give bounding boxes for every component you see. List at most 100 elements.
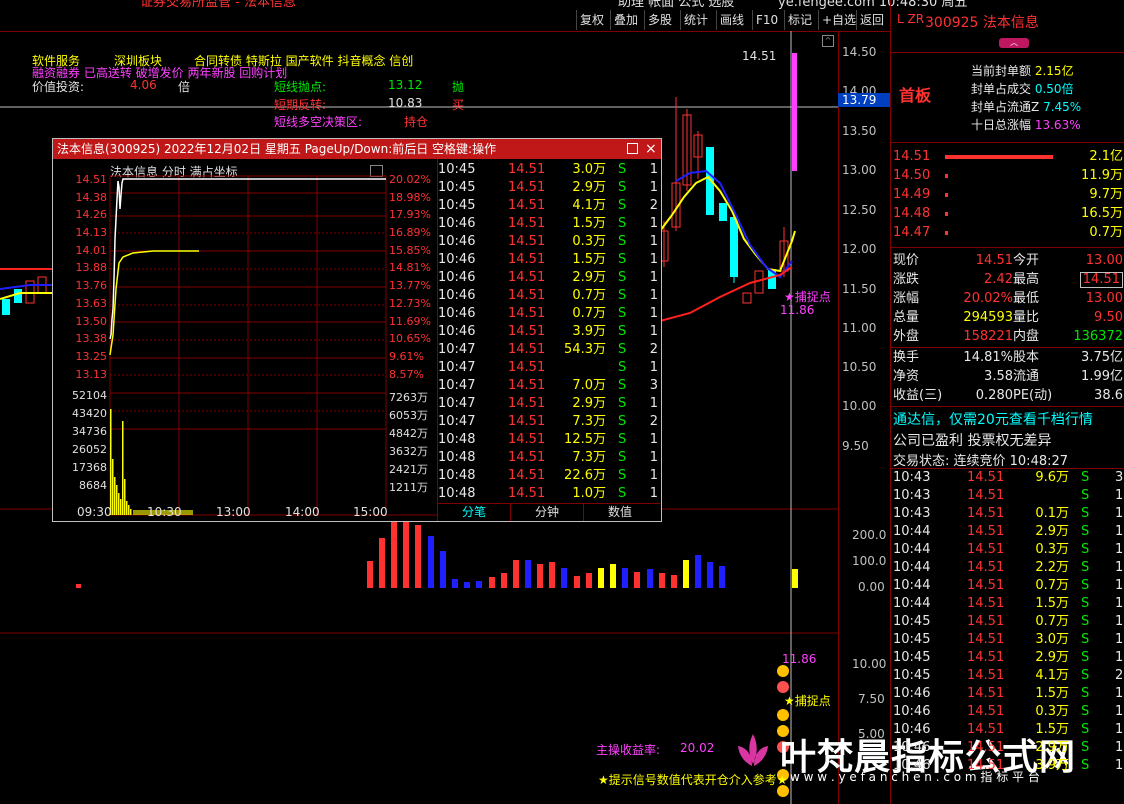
- table-row: 10:44 14.51 0.3万 S 1: [891, 541, 1124, 559]
- tick-list[interactable]: 10:43 14.51 9.6万 S 3 10:43 14.51 S 1 10:43 14.51…: [891, 469, 1124, 804]
- time-label: 13:00: [216, 505, 251, 519]
- tick-count: 1: [649, 288, 658, 303]
- orderbook-row[interactable]: 14.48 16.5万: [891, 205, 1124, 223]
- table-row: 10:46 14.51 1.5万 S 1: [438, 251, 660, 269]
- tick-side: S: [618, 288, 627, 303]
- tick-vol: 0.3万: [1035, 704, 1069, 719]
- tick-side: S: [1081, 632, 1090, 647]
- orderbook-row[interactable]: 14.47 0.7万: [891, 224, 1124, 242]
- table-row: 10:46 14.51 0.3万 S 1: [438, 233, 660, 251]
- popup-title-bar[interactable]: 法本信息(300925) 2022年12月02日 星期五 PageUp/Down…: [53, 139, 661, 159]
- quote-label: PE(动): [1013, 388, 1053, 403]
- table-row: 10:45 14.51 0.7万 S 1: [891, 613, 1124, 631]
- tab-ticks[interactable]: 分笔: [438, 504, 511, 521]
- tick-price: 14.51: [508, 432, 546, 447]
- tick-price: 14.51: [967, 560, 1005, 575]
- back-button[interactable]: 返回: [856, 10, 887, 30]
- mark-button[interactable]: 标记: [784, 10, 815, 30]
- popup-tick-list[interactable]: 10:45 14.51 3.0万 S 1 10:45 14.51 2.9万 S 1 10:45 1…: [53, 159, 661, 501]
- tick-side: S: [1081, 668, 1090, 683]
- tick-vol: 1.5万: [1035, 686, 1069, 701]
- tick-count: 1: [649, 234, 658, 249]
- tick-vol: 3.0万: [572, 162, 606, 177]
- table-row: 10:44 14.51 1.5万 S 1: [891, 595, 1124, 613]
- tick-vol: 0.3万: [572, 234, 606, 249]
- tick-time: 10:46: [893, 686, 931, 701]
- popup-restore-icon[interactable]: [627, 143, 638, 154]
- quote-label: 今开: [1013, 253, 1040, 268]
- quote-label: 外盘: [893, 329, 920, 344]
- stock-code-name[interactable]: 300925 法本信息: [925, 12, 1039, 32]
- tick-vol: 2.9万: [1035, 524, 1069, 539]
- quote-value: 136372: [1073, 329, 1123, 344]
- signal-zone-label: 短线多空决策区:: [274, 115, 363, 129]
- tick-price: 14.51: [508, 468, 546, 483]
- add-watchlist-button[interactable]: +自选: [818, 10, 859, 30]
- tick-price: 14.51: [508, 414, 546, 429]
- draw-line-button[interactable]: 画线: [716, 10, 747, 30]
- tick-count: 1: [1115, 506, 1124, 521]
- tab-values[interactable]: 数值: [584, 504, 656, 521]
- seal-value: 13.63%: [1034, 118, 1081, 132]
- ind-catch-label: ★捕捉点: [784, 694, 831, 708]
- tick-side: S: [618, 324, 627, 339]
- ob-bar: [945, 155, 1053, 159]
- board-label: 首板: [899, 86, 932, 105]
- tick-time: 10:43: [893, 506, 931, 521]
- tick-time: 10:46: [893, 704, 931, 719]
- multi-stock-button[interactable]: 多股: [644, 10, 675, 30]
- quote-value: 14.51: [1079, 272, 1123, 288]
- tick-side: S: [1081, 596, 1090, 611]
- orderbook-row[interactable]: 14.49 9.7万: [891, 186, 1124, 204]
- f10-button[interactable]: F10: [752, 10, 781, 30]
- tab-minutes[interactable]: 分钟: [511, 504, 584, 521]
- company-status: 公司已盈利 投票权无差异: [893, 433, 1052, 449]
- tick-side: S: [618, 432, 627, 447]
- tick-count: 1: [649, 252, 658, 267]
- stats-button[interactable]: 统计: [680, 10, 711, 30]
- tick-side: S: [1081, 470, 1090, 485]
- tick-count: 1: [1115, 524, 1124, 539]
- tick-time: 10:44: [893, 542, 931, 557]
- tick-time: 10:47: [438, 342, 476, 357]
- tick-price: 14.51: [508, 378, 546, 393]
- tick-side: S: [1081, 722, 1090, 737]
- collapse-icon[interactable]: ^: [822, 35, 834, 47]
- tick-price: 14.51: [508, 234, 546, 249]
- tick-vol: 1.5万: [572, 252, 606, 267]
- tick-price: 14.51: [967, 578, 1005, 593]
- tick-side: S: [1081, 560, 1090, 575]
- tick-count: 1: [1115, 578, 1124, 593]
- popup-title: 法本信息(300925) 2022年12月02日 星期五 PageUp/Down…: [57, 142, 497, 156]
- orderbook-row[interactable]: 14.51 2.1亿: [891, 148, 1124, 166]
- top-partial-left: 证券交易所监管 - 法本信息: [140, 0, 296, 10]
- orderbook-row[interactable]: 14.50 11.9万: [891, 167, 1124, 185]
- tick-vol: 0.7万: [1035, 614, 1069, 629]
- quote-value: 1.99亿: [1081, 369, 1123, 384]
- overlay-button[interactable]: 叠加: [610, 10, 641, 30]
- tick-vol: 0.7万: [572, 288, 606, 303]
- table-row: 10:45 14.51 3.0万 S 1: [891, 631, 1124, 649]
- table-row: 10:47 14.51 S 1: [438, 359, 660, 377]
- watermark-logo-icon: [730, 728, 776, 774]
- tick-popup-window[interactable]: 法本信息(300925) 2022年12月02日 星期五 PageUp/Down…: [52, 138, 662, 522]
- quote-label: 最高: [1013, 272, 1040, 287]
- collapse-up-icon[interactable]: ︿: [999, 38, 1029, 48]
- seal-label: 封单占成交: [971, 82, 1032, 96]
- tick-count: 1: [649, 270, 658, 285]
- ob-price: 14.49: [893, 187, 931, 202]
- fuquan-button[interactable]: 复权: [576, 10, 607, 30]
- quote-row: 总量 294593 量比 9.50: [891, 309, 1124, 327]
- tick-vol: 3.9万: [572, 324, 606, 339]
- tick-vol: 2.9万: [572, 396, 606, 411]
- tick-count: 1: [649, 216, 658, 231]
- divider: [891, 247, 1124, 248]
- tick-count: 1: [1115, 758, 1124, 773]
- table-row: 10:46 14.51 3.9万 S 1: [438, 323, 660, 341]
- tick-side: S: [618, 162, 627, 177]
- tick-price: 14.51: [967, 524, 1005, 539]
- popup-close-icon[interactable]: ×: [645, 139, 657, 159]
- tick-time: 10:46: [893, 722, 931, 737]
- volume-bars: [76, 521, 798, 588]
- ad-link[interactable]: 通达信，仅需20元查看千档行情: [893, 409, 1093, 429]
